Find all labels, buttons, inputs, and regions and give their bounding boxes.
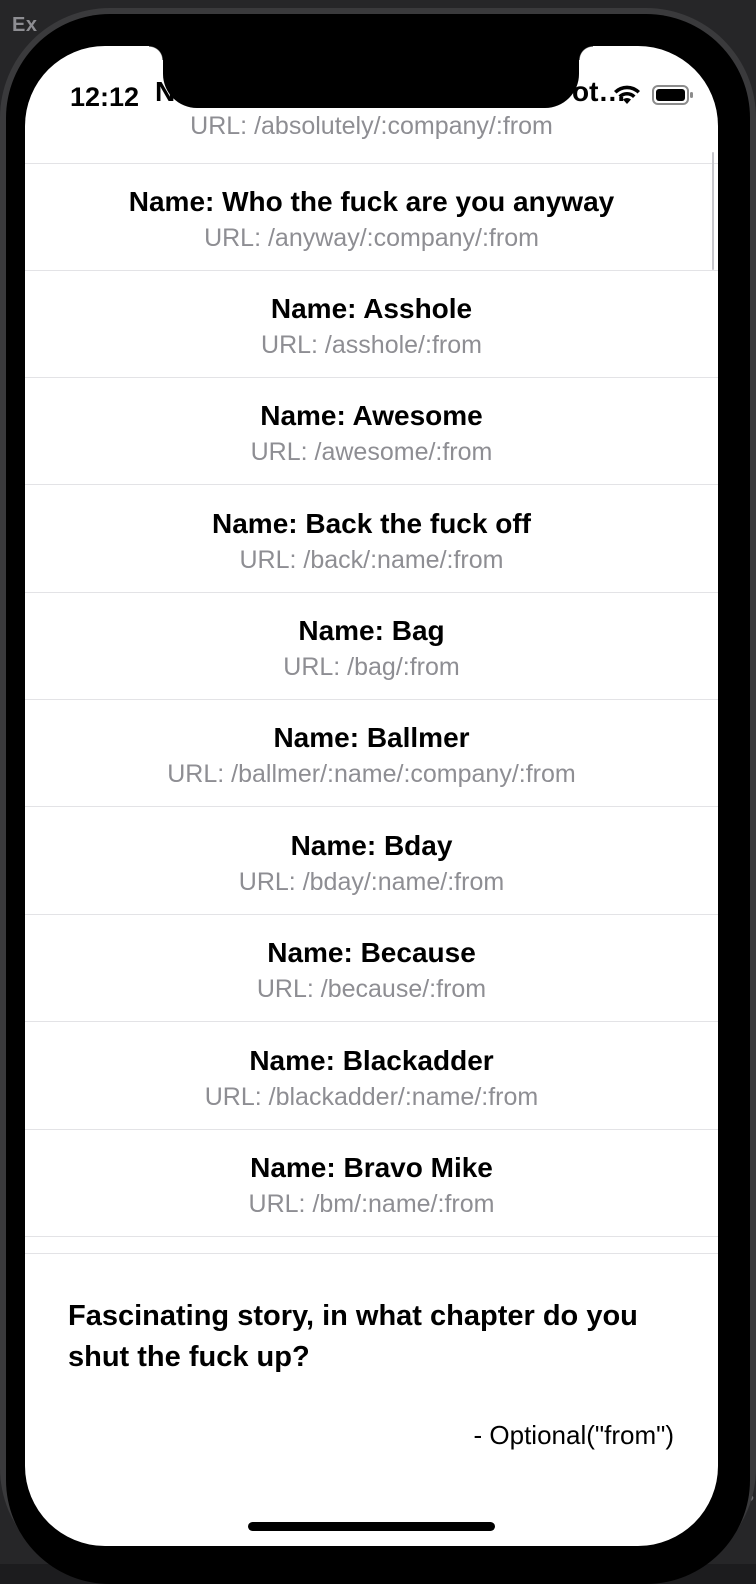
list-item-name: Name: Asshole (270, 293, 473, 324)
list-item-name: Name: Blackadder (249, 1045, 494, 1076)
list-item[interactable]: Name: Back the fuck off URL: /back/:name… (25, 486, 718, 593)
list-item-url: URL: /back/:name/:from (239, 546, 504, 574)
list-item-url: URL: /asshole/:from (261, 331, 482, 359)
list-item-url: URL: /bag/:from (283, 653, 460, 681)
list-item-name: Name: Because (267, 937, 476, 968)
wifi-icon (612, 84, 642, 111)
section-divider (25, 1253, 718, 1254)
status-time: 12:12 (70, 82, 140, 112)
home-indicator[interactable] (248, 1522, 495, 1531)
list-item[interactable]: Name: Asshole URL: /asshole/:from (25, 271, 718, 378)
insult-from: - Optional("from") (473, 1420, 675, 1450)
list-item-name: Name: Bag (298, 615, 445, 646)
list-item-name: Name: Back the fuck off (212, 508, 531, 539)
list-item[interactable]: Name: Ballmer URL: /ballmer/:name/:compa… (25, 700, 718, 807)
insult-quote: Fascinating story, in what chapter do yo… (68, 1300, 638, 1373)
list-item-name: Name: Bravo Mike (250, 1152, 493, 1183)
background-window-title: Ex (12, 14, 38, 36)
list-item-url: URL: /bday/:name/:from (238, 868, 505, 896)
list-item-url: URL: /blackadder/:name/:from (204, 1083, 539, 1111)
list-item[interactable]: Name: Awesome URL: /awesome/:from (25, 378, 718, 485)
battery-icon (652, 84, 694, 111)
list-item-url: URL: /anyway/:company/:from (204, 224, 539, 252)
list-item-name: Name: Bday (290, 830, 453, 861)
list-item-url-partial: URL: /absolutely/:company/:from (190, 112, 553, 140)
list-item[interactable]: Name: Bday URL: /bday/:name/:from (25, 808, 718, 915)
phone-screen: 12:12 N ot… URL: /absolutely/:company/:f… (25, 46, 718, 1546)
list-item[interactable]: Name: Because URL: /because/:from (25, 915, 718, 1022)
list-item-name: Name: Awesome (260, 400, 483, 431)
scroll-indicator[interactable] (712, 152, 714, 270)
list-item[interactable]: Name: Bag URL: /bag/:from (25, 593, 718, 700)
list-item-url: URL: /bm/:name/:from (248, 1190, 495, 1218)
list-item[interactable]: Name: Who the fuck are you anyway URL: /… (25, 164, 718, 271)
list-item-url: URL: /because/:from (256, 975, 487, 1003)
list-item-name: Name: Who the fuck are you anyway (128, 186, 615, 217)
list-item-name: Name: Ballmer (273, 722, 470, 753)
notch (149, 46, 593, 108)
list-item[interactable]: Name: Bravo Mike URL: /bm/:name/:from (25, 1130, 718, 1237)
list-item-url: URL: /ballmer/:name/:company/:from (167, 760, 576, 788)
status-icons (612, 84, 694, 111)
list-item[interactable]: Name: Blackadder URL: /blackadder/:name/… (25, 1023, 718, 1130)
list-item-url: URL: /awesome/:from (250, 438, 493, 466)
